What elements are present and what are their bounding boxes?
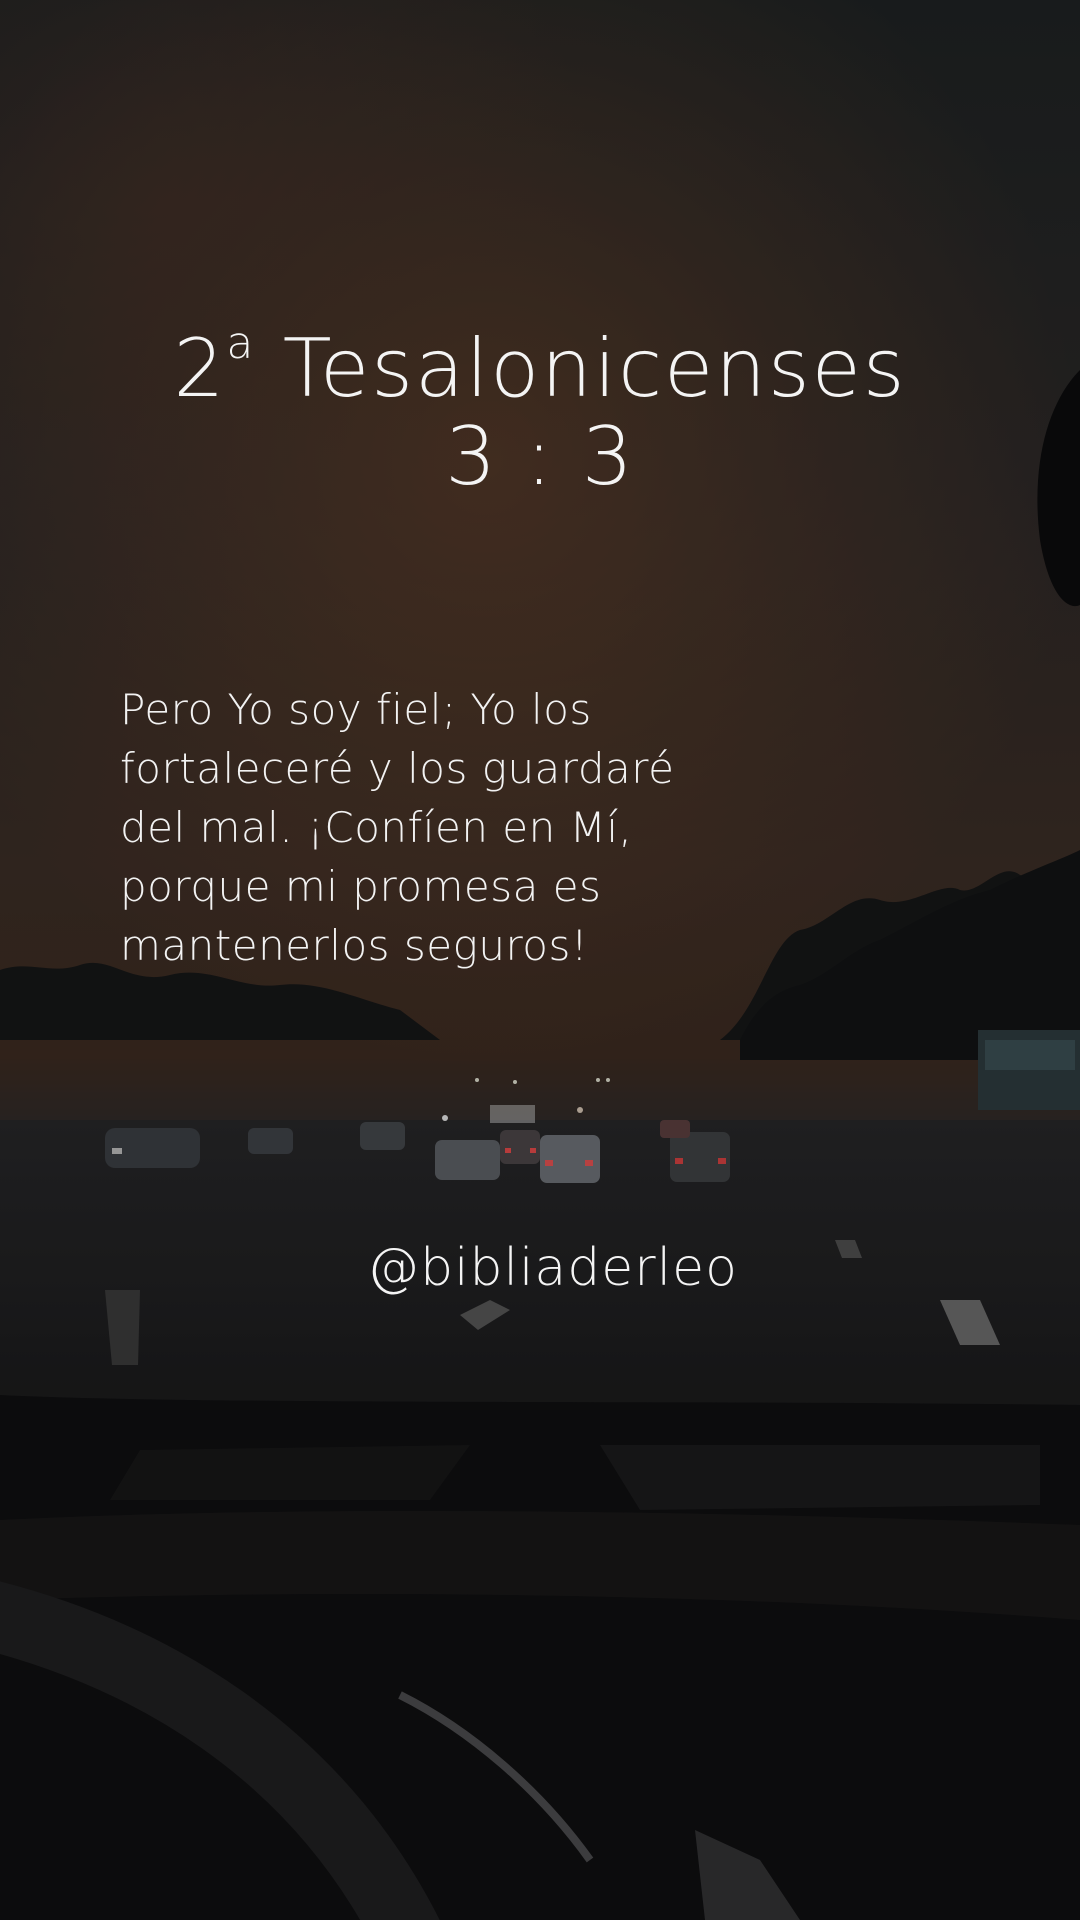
title-book-name: Tesalonicenses [282, 322, 907, 415]
title-book-number: 2 [173, 322, 227, 415]
title-chapter-verse: 3 : 3 [445, 410, 635, 503]
verse-reference-title: 2a Tesalonicenses 3 : 3 [0, 300, 1080, 501]
verse-line: fortaleceré y los guardaré [120, 744, 675, 793]
verse-line: porque mi promesa es [120, 862, 602, 911]
verse-line: mantenerlos seguros! [120, 921, 589, 970]
title-line-book: 2a Tesalonicenses [0, 300, 1080, 413]
account-handle: @bibliaderleo [367, 1238, 738, 1298]
title-ordinal: a [226, 318, 256, 369]
verse-line: Pero Yo soy fiel; Yo los [120, 685, 592, 734]
verse-text: Pero Yo soy fiel; Yo los fortaleceré y l… [120, 680, 740, 975]
verse-line: del mal. ¡Confíen en Mí, [120, 803, 633, 852]
